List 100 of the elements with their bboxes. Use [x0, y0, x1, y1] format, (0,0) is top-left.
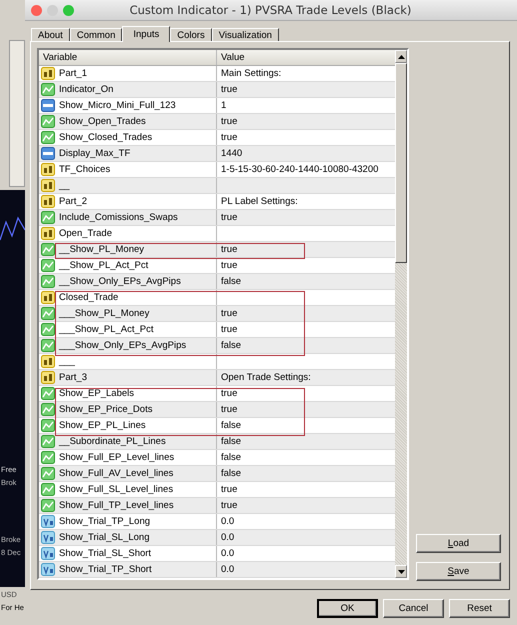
table-row[interactable]: Show_Trial_TP_Short 0.0: [39, 562, 395, 578]
line-chart-icon: [41, 130, 55, 144]
variable-name: Show_Full_TP_Level_lines: [59, 500, 174, 511]
variable-name: Show_Trial_TP_Long: [59, 516, 150, 527]
line-chart-icon: [41, 402, 55, 416]
variable-name: Show_Open_Trades: [59, 116, 146, 127]
table-row[interactable]: Include_Comissions_Swaps true: [39, 210, 395, 226]
variable-name: Show_Full_AV_Level_lines: [59, 468, 174, 479]
variable-value: true: [221, 132, 238, 143]
variable-value: true: [221, 404, 238, 415]
window-title: Custom Indicator - 1) PVSRA Trade Levels (Black): [128, 3, 412, 17]
variable-value: Open Trade Settings:: [221, 372, 311, 383]
variable-name: Show_Micro_Mini_Full_123: [59, 100, 176, 111]
line-chart-icon: [41, 338, 55, 352]
variable-value: 0.0: [221, 532, 234, 543]
table-row[interactable]: Display_Max_TF 1440: [39, 146, 395, 162]
variable-name: Open_Trade: [59, 228, 112, 239]
line-chart-icon: [41, 210, 55, 224]
variable-value: false: [221, 436, 242, 447]
variable-name: Indicator_On: [59, 84, 114, 95]
tab[interactable]: Colors: [170, 28, 212, 41]
variable-name: Display_Max_TF: [59, 148, 130, 159]
variable-value: false: [221, 420, 242, 431]
variable-name: Part_2: [59, 196, 87, 207]
variable-value: false: [221, 452, 242, 463]
variable-name: Show_Full_SL_Level_lines: [59, 484, 174, 495]
variable-name: ___Show_Only_EPs_AvgPips: [59, 340, 186, 351]
variable-name: ___Show_PL_Money: [59, 308, 150, 319]
variable-value: true: [221, 500, 238, 511]
variable-value: true: [221, 388, 238, 399]
variable-name: Include_Comissions_Swaps: [59, 212, 178, 223]
table-row[interactable]: Show_Full_AV_Level_lines false: [39, 466, 395, 482]
line-chart-icon: [41, 82, 55, 96]
variable-name: __: [59, 180, 70, 191]
variable-value: 1440: [221, 148, 242, 159]
variable-value: false: [221, 468, 242, 479]
dialog-button[interactable]: Cancel: [383, 599, 444, 618]
line-chart-icon: [41, 418, 55, 432]
variable-value: true: [221, 84, 238, 95]
table-row[interactable]: Show_Trial_SL_Long 0.0: [39, 530, 395, 546]
table-row[interactable]: Indicator_On true: [39, 82, 395, 98]
table-row[interactable]: Part_3 Open Trade Settings:: [39, 370, 395, 386]
line-chart-icon: [41, 258, 55, 272]
variable-value: true: [221, 484, 238, 495]
variable-name: Show_EP_Labels: [59, 388, 134, 399]
variable-name: Show_Trial_SL_Long: [59, 532, 150, 543]
dialog-button[interactable]: OK: [317, 599, 378, 618]
variable-value: 1-5-15-30-60-240-1440-10080-43200: [221, 164, 378, 175]
variable-name: __Show_Only_EPs_AvgPips: [59, 276, 181, 287]
caret-up-icon: [398, 54, 404, 58]
variable-name: Part_1: [59, 68, 87, 79]
table-row[interactable]: Show_Open_Trades true: [39, 114, 395, 130]
variable-value: 1: [221, 100, 226, 111]
variable-name: Closed_Trade: [59, 292, 118, 303]
line-chart-icon: [41, 322, 55, 336]
variable-value: true: [221, 308, 238, 319]
variable-name: __Show_PL_Money: [59, 244, 144, 255]
variable-name: Show_Trial_SL_Short: [59, 548, 152, 559]
scroll-down-button[interactable]: [395, 565, 407, 578]
dialog-button[interactable]: Reset: [449, 599, 510, 618]
variable-value: false: [221, 340, 242, 351]
variable-name: Show_Trial_TP_Short: [59, 564, 152, 575]
variable-value: 0.0: [221, 564, 234, 575]
variable-name: Show_Closed_Trades: [59, 132, 152, 143]
line-chart-icon: [41, 306, 55, 320]
side-button[interactable]: Load: [416, 534, 501, 553]
variable-value: true: [221, 260, 238, 271]
tab[interactable]: Common: [70, 28, 122, 41]
line-chart-icon: [41, 386, 55, 400]
line-chart-icon: [41, 498, 55, 512]
variable-value: 0.0: [221, 516, 234, 527]
table-row[interactable]: __: [39, 178, 395, 194]
variable-value: true: [221, 324, 238, 335]
table-row[interactable]: Show_Full_TP_Level_lines true: [39, 498, 395, 514]
line-chart-icon: [41, 482, 55, 496]
variable-name: Show_Full_EP_Level_lines: [59, 452, 174, 463]
scrollbar-thumb[interactable]: [395, 63, 407, 263]
tab[interactable]: About: [31, 28, 70, 41]
caret-down-icon: [398, 570, 404, 574]
tab[interactable]: Visualization: [212, 28, 279, 41]
side-button[interactable]: Save: [416, 562, 501, 581]
scroll-up-button[interactable]: [395, 50, 407, 63]
variable-value: Main Settings:: [221, 68, 282, 79]
table-row[interactable]: ___Show_Only_EPs_AvgPips false: [39, 338, 395, 354]
line-chart-icon: [41, 274, 55, 288]
variable-name: Part_3: [59, 372, 87, 383]
tab[interactable]: Inputs: [122, 26, 170, 42]
column-header[interactable]: Variable: [39, 50, 217, 65]
line-chart-icon: [41, 466, 55, 480]
variable-value: true: [221, 212, 238, 223]
table-row[interactable]: Show_EP_Price_Dots true: [39, 402, 395, 418]
column-header[interactable]: Value: [217, 50, 395, 65]
variable-value: 0.0: [221, 548, 234, 559]
table-row[interactable]: __Show_Only_EPs_AvgPips false: [39, 274, 395, 290]
variable-value: true: [221, 244, 238, 255]
variable-name: Show_EP_Price_Dots: [59, 404, 152, 415]
variable-name: ___Show_PL_Act_Pct: [59, 324, 154, 335]
variable-name: __Subordinate_PL_Lines: [59, 436, 166, 447]
variable-name: Show_EP_PL_Lines: [59, 420, 146, 431]
table-row[interactable]: ___Show_PL_Money true: [39, 306, 395, 322]
